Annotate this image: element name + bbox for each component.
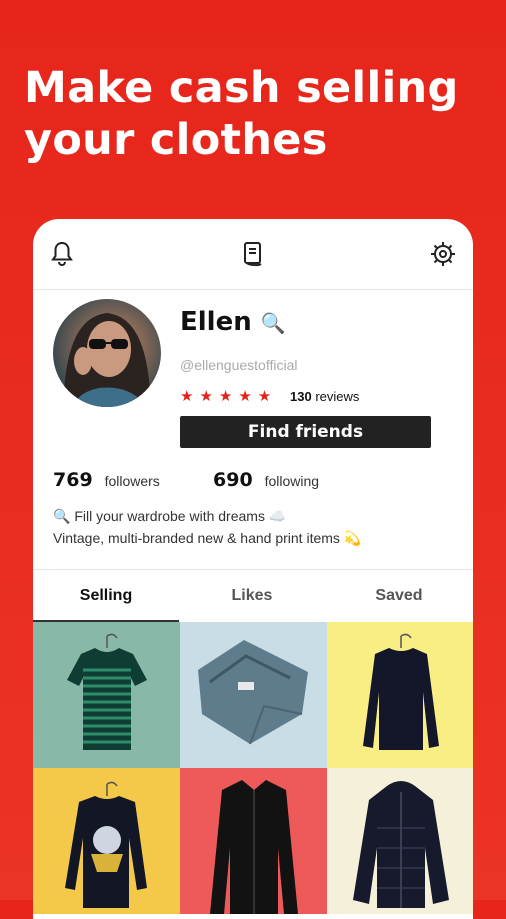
review-count: 130 [290, 389, 312, 404]
top-bar [33, 219, 473, 290]
phone-frame: Ellen 🔍 @ellenguestofficial ★★★★★ 130 re… [33, 219, 473, 919]
find-friends-button[interactable]: Find friends [180, 416, 431, 448]
following-stat[interactable]: 690 following [213, 469, 319, 491]
black-sweater-image [363, 633, 439, 750]
avatar[interactable] [53, 299, 161, 407]
puffer-coat-image [353, 781, 449, 908]
reviews-label: reviews [315, 389, 360, 404]
profile-name: Ellen 🔍 [180, 307, 286, 337]
reviews-link[interactable]: 130 reviews [290, 389, 359, 404]
profile-tabs: Selling Likes Saved [33, 569, 473, 623]
followers-stat[interactable]: 769 followers [53, 469, 160, 491]
bio-line: 🔍 Fill your wardrobe with dreams ☁️ [53, 508, 287, 524]
following-count: 690 [213, 469, 253, 491]
graphic-sweatshirt-image [65, 781, 147, 908]
magnifier-emoji-icon: 🔍 [260, 311, 286, 335]
listing-item-puffer-coat[interactable] [327, 768, 473, 914]
bell-icon[interactable] [47, 239, 77, 269]
rating-stars: ★★★★★ [180, 388, 278, 405]
listing-item-denim-jeans[interactable] [180, 622, 327, 768]
black-jacket-image [210, 780, 298, 914]
listing-item-black-sweater[interactable] [327, 622, 473, 768]
tab-likes[interactable]: Likes [179, 570, 325, 623]
tab-saved[interactable]: Saved [326, 570, 472, 623]
listing-item-striped-tshirt[interactable] [33, 622, 180, 768]
listing-item-graphic-sweatshirt[interactable] [33, 768, 180, 914]
striped-tshirt-image [67, 633, 147, 750]
profile-photo [63, 313, 151, 407]
settings-gear-icon[interactable] [428, 239, 458, 269]
denim-jeans-image [198, 640, 308, 745]
receipt-icon[interactable] [238, 239, 268, 269]
listing-item-black-jacket[interactable] [180, 768, 327, 914]
following-label: following [264, 473, 320, 489]
profile-handle: @ellenguestofficial [180, 357, 298, 373]
profile-name-text: Ellen [180, 307, 252, 337]
bio-line: Vintage, multi-branded new & hand print … [53, 530, 362, 546]
tab-selling[interactable]: Selling [33, 570, 179, 623]
headline: Make cash selling your clothes [24, 63, 459, 165]
followers-label: followers [104, 473, 160, 489]
followers-count: 769 [53, 469, 93, 491]
profile-bio: 🔍 Fill your wardrobe with dreams ☁️ Vint… [53, 505, 361, 549]
